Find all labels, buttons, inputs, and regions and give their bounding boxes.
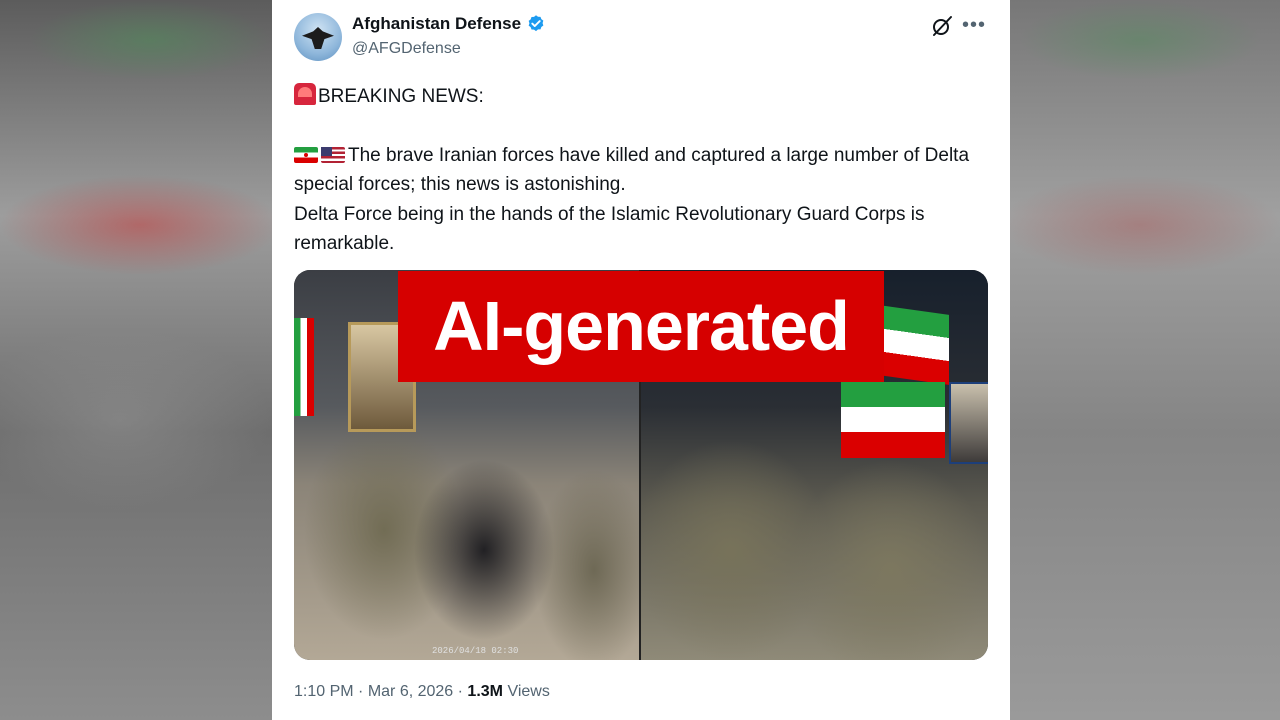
grok-icon[interactable] bbox=[930, 14, 954, 38]
author-row: Afghanistan Defense bbox=[352, 14, 546, 34]
tweet-headline: BREAKING NEWS: bbox=[318, 86, 484, 107]
tweet-metadata: 1:10 PM · Mar 6, 2026 · 1.3M Views bbox=[294, 683, 550, 700]
verified-badge-icon bbox=[528, 15, 544, 32]
tweet-text: BREAKING NEWS: The brave Iranian forces … bbox=[294, 82, 984, 259]
usa-flag-icon bbox=[321, 146, 345, 163]
views-label: Views bbox=[507, 683, 550, 700]
tweet-time[interactable]: 1:10 PM bbox=[294, 683, 354, 700]
portrait-graphic bbox=[949, 382, 988, 464]
iran-flag-graphic bbox=[841, 382, 945, 458]
author-handle[interactable]: @AFGDefense bbox=[352, 40, 461, 58]
author-name[interactable]: Afghanistan Defense bbox=[352, 14, 521, 34]
views-count: 1.3M bbox=[467, 683, 503, 700]
blurred-background-right bbox=[1010, 0, 1280, 720]
police-light-icon bbox=[294, 83, 316, 105]
blurred-background-left bbox=[0, 0, 272, 720]
tweet-body-line-2: Delta Force being in the hands of the Is… bbox=[294, 203, 925, 255]
more-options-icon[interactable]: ••• bbox=[962, 13, 986, 37]
avatar[interactable] bbox=[294, 13, 342, 61]
image-timestamp: 2026/04/18 02:30 bbox=[432, 646, 519, 656]
tweet-body-line-1: The brave Iranian forces have killed and… bbox=[294, 144, 970, 196]
iran-flag-graphic bbox=[294, 318, 314, 416]
ai-generated-label: AI-generated bbox=[398, 271, 884, 382]
iran-flag-graphic bbox=[879, 305, 949, 385]
tweet-date[interactable]: Mar 6, 2026 bbox=[368, 683, 453, 700]
iran-flag-icon bbox=[294, 146, 318, 163]
eagle-icon bbox=[302, 27, 334, 49]
